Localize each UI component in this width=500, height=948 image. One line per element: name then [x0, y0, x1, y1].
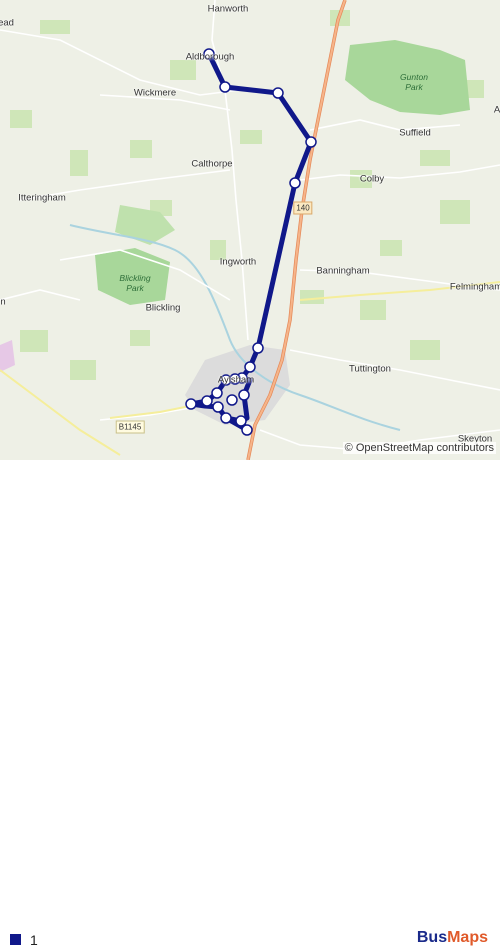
map-footer: 1 BusMaps: [0, 460, 500, 948]
map-attribution[interactable]: © OpenStreetMap contributors: [342, 442, 496, 454]
legend-route-label: 1: [30, 932, 38, 948]
bus-stop-marker[interactable]: [201, 395, 213, 407]
bus-stop-marker[interactable]: [219, 81, 231, 93]
bus-stop-marker[interactable]: [235, 415, 247, 427]
bus-stop-marker[interactable]: [226, 394, 238, 406]
place-blickling: Blickling: [145, 302, 181, 314]
bus-stop-marker[interactable]: [289, 177, 301, 189]
place-aldborough: Aldborough: [185, 51, 235, 63]
brand-part-1: Bus: [416, 929, 448, 946]
brand-part-2: Maps: [447, 929, 488, 946]
bus-stop-marker[interactable]: [185, 398, 197, 410]
bus-stop-marker[interactable]: [252, 342, 264, 354]
road-shield-b1145: B1145: [115, 420, 145, 434]
place-itteringham: Itteringham: [18, 192, 66, 204]
busmaps-logo[interactable]: BusMaps: [417, 929, 488, 947]
map-attribution-text: © OpenStreetMap contributors: [344, 442, 494, 454]
park-label-gunton-line1: Gunton: [400, 72, 428, 82]
bus-stop-marker[interactable]: [241, 424, 253, 436]
bus-stop-marker[interactable]: [220, 412, 232, 424]
legend-route-swatch: [10, 934, 21, 945]
bus-stop-marker[interactable]: [211, 387, 223, 399]
place-tuttington: Tuttington: [349, 363, 391, 375]
place-hanworth: Hanworth: [207, 3, 249, 15]
place-edge-n: n: [0, 296, 6, 308]
place-ead: ead: [0, 17, 14, 29]
bus-stop-marker[interactable]: [238, 389, 250, 401]
park-label-blickling-line1: Blickling: [119, 273, 151, 283]
bus-stop-marker[interactable]: [272, 87, 284, 99]
place-suffield: Suffield: [399, 127, 431, 139]
place-colby: Colby: [359, 173, 385, 185]
place-edge-a: A: [493, 104, 500, 116]
bus-stop-marker[interactable]: [212, 401, 224, 413]
place-calthorpe: Calthorpe: [191, 158, 233, 170]
map-canvas[interactable]: Hanworth ead Aldborough Wickmere Suffiel…: [0, 0, 500, 460]
place-wickmere: Wickmere: [133, 87, 177, 99]
park-label-blickling-line2: Park: [126, 283, 144, 293]
bus-stop-marker[interactable]: [305, 136, 317, 148]
bus-stop-marker[interactable]: [244, 361, 256, 373]
park-label-gunton-line2: Park: [405, 82, 423, 92]
place-aylsham: Aylsham: [217, 374, 255, 386]
road-shield-a140: 140: [293, 201, 313, 215]
park-label-blickling: Blickling Park: [119, 273, 150, 293]
place-ingworth: Ingworth: [219, 256, 257, 268]
place-banningham: Banningham: [316, 265, 370, 277]
park-label-gunton: Gunton Park: [400, 72, 428, 92]
map-base-layer: [0, 0, 500, 460]
place-felmingham: Felmingham: [449, 281, 500, 293]
